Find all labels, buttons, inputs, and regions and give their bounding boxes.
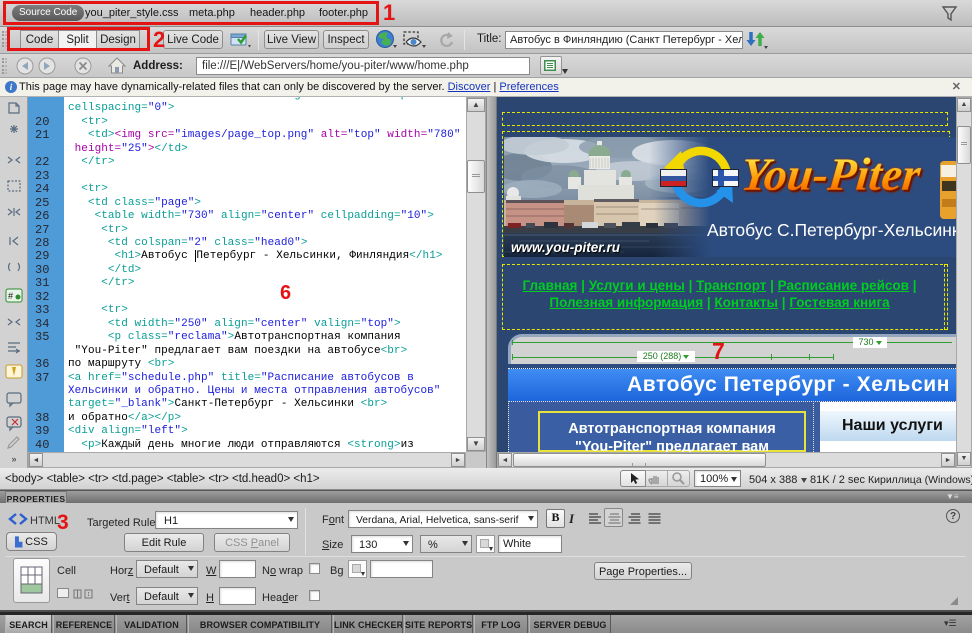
svg-text:#: # — [8, 291, 13, 301]
